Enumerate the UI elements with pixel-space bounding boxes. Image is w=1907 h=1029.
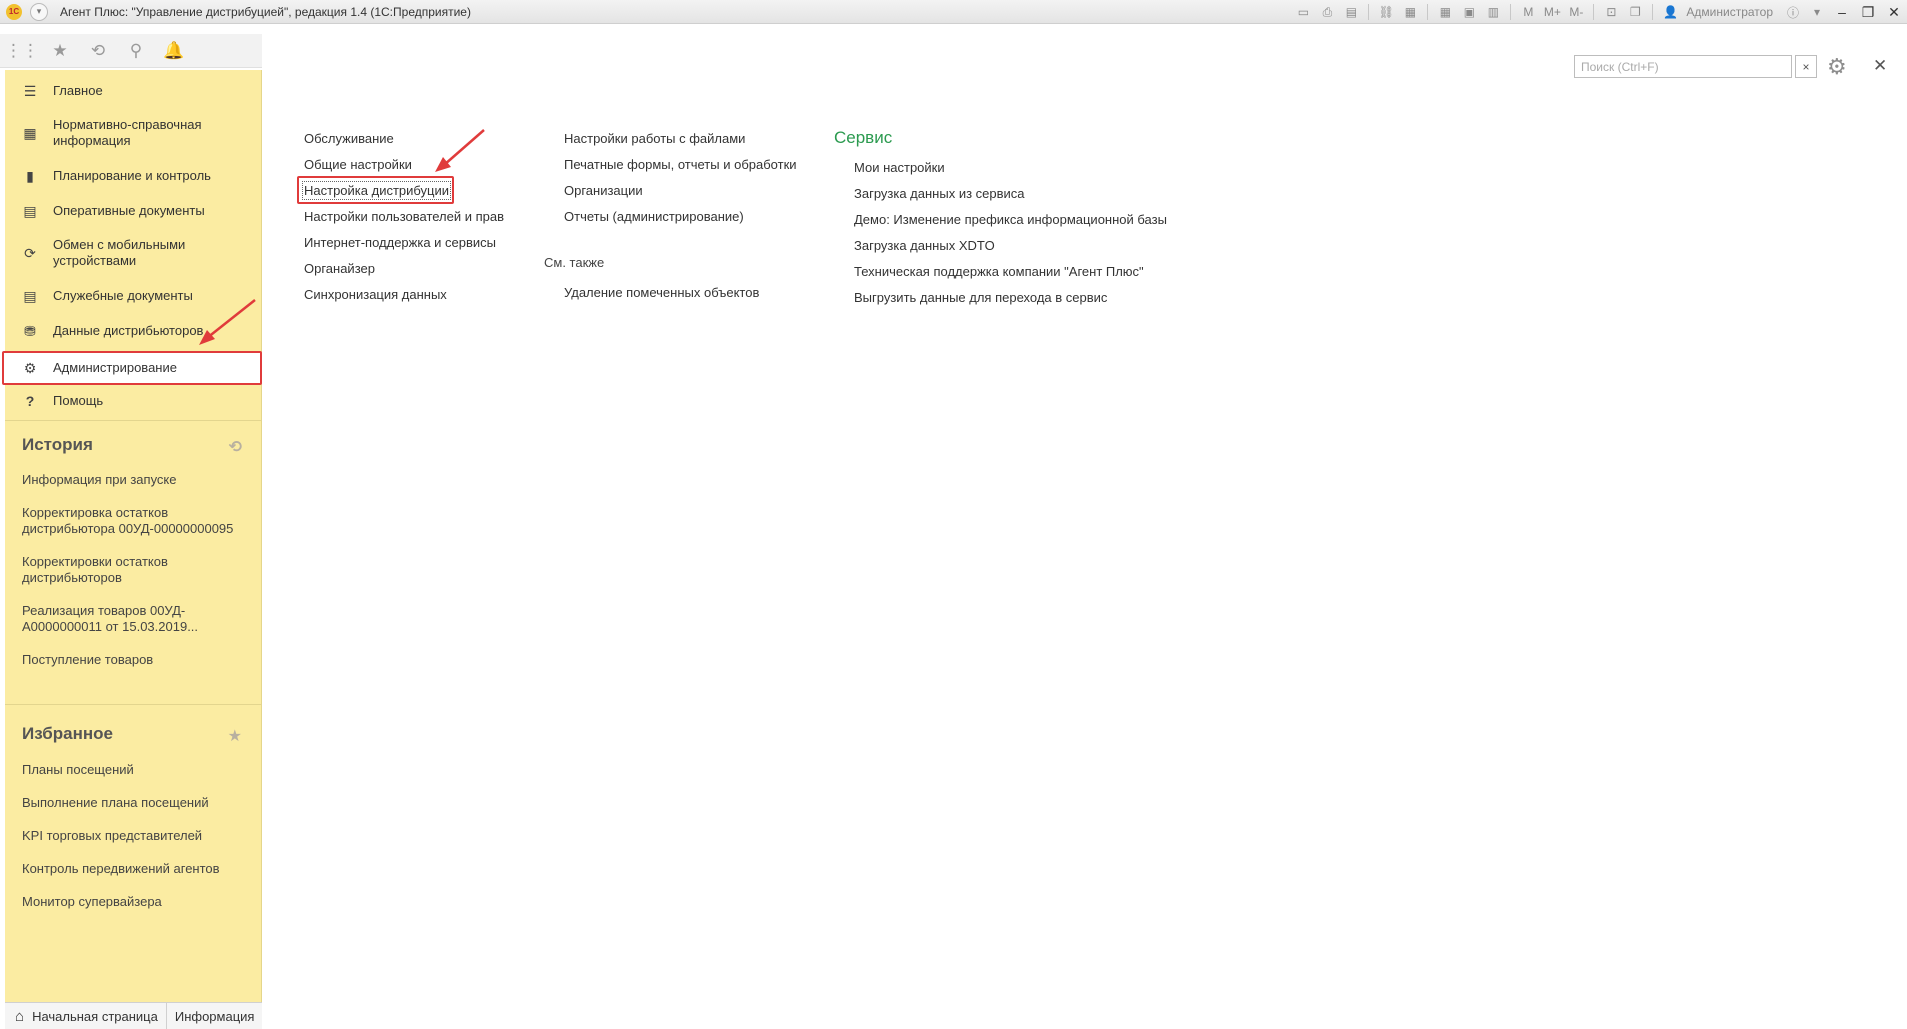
title-bar: 1С ▾ Агент Плюс: "Управление дистрибуцие… — [0, 0, 1907, 24]
link-print-forms[interactable]: Печатные формы, отчеты и обработки — [564, 157, 797, 172]
sync-icon: ⟳ — [24, 244, 36, 261]
link-load-from-service[interactable]: Загрузка данных из сервиса — [854, 186, 1025, 201]
link-delete-marked[interactable]: Удаление помеченных объектов — [564, 285, 759, 300]
star-icon[interactable]: ★ — [228, 726, 242, 746]
sidebar: ☰ Главное ▦ Нормативно-справочная информ… — [2, 70, 262, 1002]
link-admin-reports[interactable]: Отчеты (администрирование) — [564, 209, 744, 224]
history-panel-title: История ⟲ — [22, 435, 242, 457]
see-also-title: См. также — [544, 255, 605, 270]
close-window-button[interactable]: ✕ — [1881, 4, 1907, 21]
user-name[interactable]: Администратор — [1686, 5, 1773, 19]
export-icon[interactable]: ▦ — [1400, 3, 1420, 21]
open-windows-bar: ⌂ Начальная страница Информация — [5, 1002, 262, 1029]
settings-gear-icon[interactable]: ⚙ — [1827, 54, 1847, 80]
calculator-icon[interactable]: ▥ — [1483, 3, 1503, 21]
search-icon[interactable]: ⚲ — [124, 39, 148, 63]
link-load-xdto[interactable]: Загрузка данных XDTO — [854, 238, 995, 253]
menu-icon: ☰ — [23, 82, 37, 99]
bell-icon[interactable]: 🔔 — [162, 39, 186, 63]
distribution-settings-highlight — [297, 176, 454, 204]
favorite-item[interactable]: Монитор супервайзера — [5, 894, 262, 910]
history-icon[interactable]: ⟲ — [229, 437, 242, 457]
link-my-settings[interactable]: Мои настройки — [854, 160, 945, 175]
info-icon[interactable]: ⓘ — [1783, 3, 1803, 21]
user-icon: 👤 — [1662, 5, 1678, 19]
link-icon[interactable]: ⛓ — [1376, 3, 1396, 21]
favorite-item[interactable]: Планы посещений — [5, 762, 262, 778]
sidebar-item-reference[interactable]: ▦ Нормативно-справочная информация — [5, 116, 213, 150]
link-tech-support[interactable]: Техническая поддержка компании "Агент Пл… — [854, 264, 1144, 279]
app-logo-icon[interactable]: 1С — [6, 3, 22, 20]
favorite-item[interactable]: KPI торговых представителей — [5, 828, 262, 844]
dropdown-menu-icon[interactable]: ▾ — [30, 2, 48, 21]
apps-grid-icon[interactable]: ⋮⋮ — [5, 39, 39, 63]
link-file-settings[interactable]: Настройки работы с файлами — [564, 131, 745, 146]
save-icon[interactable]: ▭ — [1293, 3, 1313, 21]
calendar-icon[interactable]: ▣ — [1459, 3, 1479, 21]
memory-add-button[interactable]: M+ — [1542, 3, 1562, 21]
link-maintenance[interactable]: Обслуживание — [304, 131, 394, 146]
minimize-button[interactable]: – — [1829, 4, 1855, 20]
sidebar-item-planning[interactable]: ▮ Планирование и контроль — [5, 165, 211, 187]
service-group-title: Сервис — [834, 128, 893, 147]
link-user-rights-settings[interactable]: Настройки пользователей и прав — [304, 209, 504, 224]
sidebar-item-operational-docs[interactable]: ▤ Оперативные документы — [5, 200, 204, 222]
link-demo-prefix[interactable]: Демо: Изменение префикса информационной … — [854, 212, 1167, 227]
history-item[interactable]: Информация при запуске — [5, 472, 262, 488]
link-organizer[interactable]: Органайзер — [304, 261, 375, 276]
link-general-settings[interactable]: Общие настройки — [304, 157, 412, 172]
data-icon: ⛃ — [24, 322, 36, 339]
main-content: Поиск (Ctrl+F) × ⚙ ✕ Обслуживание Общие … — [263, 34, 1907, 1029]
memory-subtract-button[interactable]: M- — [1566, 3, 1586, 21]
link-export-for-service[interactable]: Выгрузить данные для перехода в сервис — [854, 290, 1107, 305]
history-item[interactable]: Корректировки остатков дистрибьюторов — [5, 554, 185, 586]
restore-button[interactable]: ❐ — [1855, 4, 1881, 21]
favorite-item[interactable]: Выполнение плана посещений — [5, 795, 262, 811]
history-item[interactable]: Корректировка остатков дистрибьютора 00У… — [5, 505, 262, 537]
question-icon: ? — [25, 393, 35, 409]
tab-home-page[interactable]: ⌂ Начальная страница — [5, 1003, 167, 1029]
link-data-sync[interactable]: Синхронизация данных — [304, 287, 447, 302]
table-icon: ▦ — [23, 124, 37, 141]
favorite-item[interactable]: Контроль передвижений агентов — [5, 861, 262, 877]
history-icon[interactable]: ⟲ — [86, 39, 110, 63]
print-icon[interactable]: ⎙ — [1317, 3, 1337, 21]
sidebar-item-mobile-exchange[interactable]: ⟳ Обмен с мобильными устройствами — [5, 236, 203, 270]
documents-icon: ▤ — [23, 287, 37, 304]
bar-chart-icon: ▮ — [26, 167, 34, 184]
star-icon[interactable]: ★ — [48, 39, 72, 63]
sidebar-item-distributor-data[interactable]: ⛃ Данные дистрибьюторов — [5, 320, 203, 342]
window-title: Агент Плюс: "Управление дистрибуцией", р… — [60, 4, 471, 19]
link-internet-support[interactable]: Интернет-поддержка и сервисы — [304, 235, 496, 250]
zoom-icon[interactable]: ⊡ — [1601, 3, 1621, 21]
sidebar-item-main[interactable]: ☰ Главное — [5, 80, 103, 102]
close-icon[interactable]: ✕ — [1873, 56, 1887, 76]
tab-information[interactable]: Информация — [167, 1003, 262, 1029]
history-item[interactable]: Поступление товаров — [5, 652, 262, 668]
home-icon: ⌂ — [15, 1007, 25, 1025]
administration-highlight — [2, 351, 262, 385]
window-icon[interactable]: ❐ — [1625, 3, 1645, 21]
documents-icon: ▤ — [23, 202, 37, 219]
search-input[interactable]: Поиск (Ctrl+F) — [1574, 55, 1792, 78]
link-organizations[interactable]: Организации — [564, 183, 643, 198]
table-icon[interactable]: ▦ — [1435, 3, 1455, 21]
history-item[interactable]: Реализация товаров 00УД-А0000000011 от 1… — [5, 603, 262, 635]
memory-store-button[interactable]: M — [1518, 3, 1538, 21]
favorites-panel-title: Избранное ★ — [22, 724, 242, 746]
sidebar-item-service-docs[interactable]: ▤ Служебные документы — [5, 285, 192, 307]
sidebar-toolbar: ⋮⋮ ★ ⟲ ⚲ 🔔 — [0, 34, 262, 68]
chevron-down-icon[interactable]: ▾ — [1807, 3, 1827, 21]
clear-search-button[interactable]: × — [1795, 55, 1817, 78]
sidebar-item-help[interactable]: ? Помощь — [5, 390, 104, 412]
preview-icon[interactable]: ▤ — [1341, 3, 1361, 21]
